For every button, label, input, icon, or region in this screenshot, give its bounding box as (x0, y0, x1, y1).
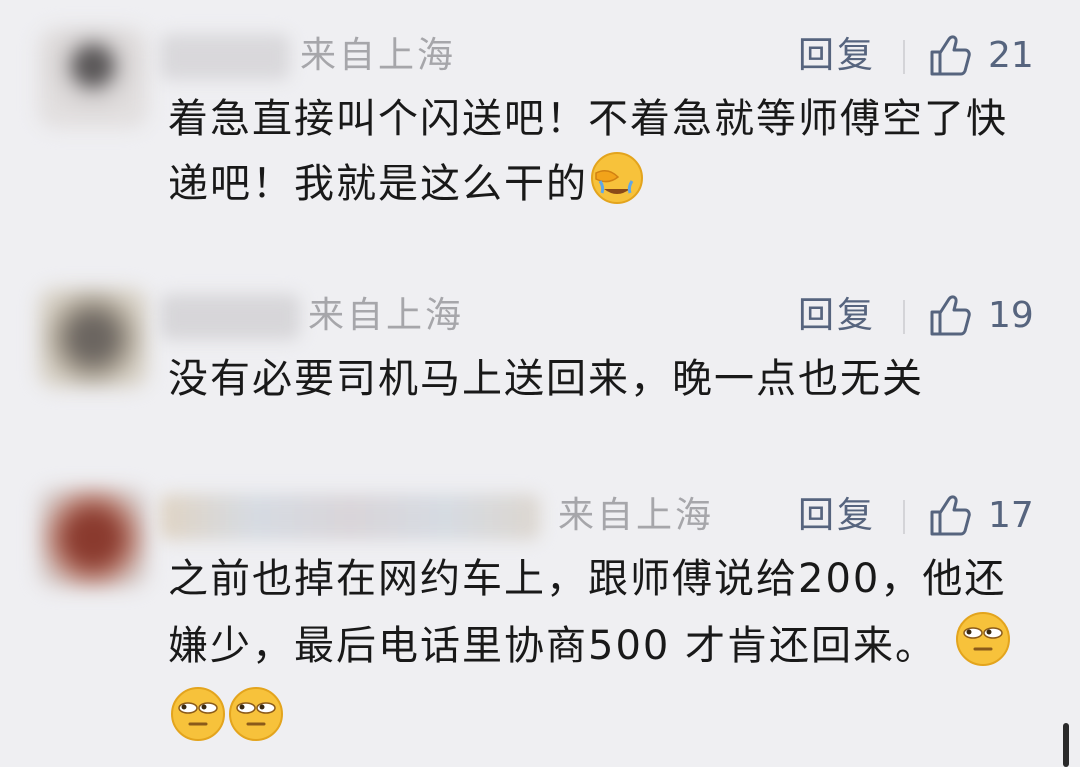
like-button[interactable]: 19 (928, 294, 1034, 338)
username-blurred[interactable] (160, 294, 300, 340)
facepalm-emoji-icon (590, 151, 644, 224)
like-count: 17 (988, 495, 1034, 536)
username-blurred[interactable] (160, 34, 290, 80)
divider (903, 500, 905, 534)
eye-roll-emoji-icon (955, 611, 1011, 686)
like-button[interactable]: 21 (928, 34, 1034, 78)
thumbs-up-icon (928, 294, 972, 338)
comment-item: 来自上海 回复 17 之前也掉在网约车上，跟师傅说给200，他还嫌少，最后电话里… (0, 460, 1080, 760)
location-label: 来自上海 (300, 35, 457, 76)
avatar[interactable] (38, 28, 148, 128)
thumbs-up-icon (928, 34, 972, 78)
location-label: 来自上海 (308, 295, 465, 336)
comment-text: 着急直接叫个闪送吧！不着急就等师傅空了快递吧！我就是这么干的 (168, 88, 1048, 224)
like-count: 19 (988, 295, 1034, 336)
scrollbar[interactable] (1063, 723, 1069, 767)
comment-body: 之前也掉在网约车上，跟师傅说给200，他还嫌少，最后电话里协商500 才肯还回来… (168, 556, 1007, 669)
comment-body: 没有必要司机马上送回来，晚一点也无关 (168, 356, 924, 402)
comment-list: 来自上海 回复 21 着急直接叫个闪送吧！不着急就等师傅空了快递吧！我就是这么干… (0, 0, 1080, 767)
reply-button[interactable]: 回复 (798, 496, 876, 536)
comment-text: 之前也掉在网约车上，跟师傅说给200，他还嫌少，最后电话里协商500 才肯还回来… (168, 548, 1028, 761)
location-label: 来自上海 (558, 495, 715, 536)
eye-roll-emoji-icon (170, 686, 226, 761)
eye-roll-emoji-icon (228, 686, 284, 761)
comment-text: 没有必要司机马上送回来，晚一点也无关 (168, 348, 1048, 411)
like-count: 21 (988, 35, 1034, 76)
divider (903, 300, 905, 334)
thumbs-up-icon (928, 494, 972, 538)
like-button[interactable]: 17 (928, 494, 1034, 538)
comment-item: 来自上海 回复 19 没有必要司机马上送回来，晚一点也无关 (0, 250, 1080, 460)
comment-body: 着急直接叫个闪送吧！不着急就等师傅空了快递吧！我就是这么干的 (168, 96, 1008, 207)
reply-button[interactable]: 回复 (798, 296, 876, 336)
avatar[interactable] (38, 288, 148, 388)
reply-button[interactable]: 回复 (798, 36, 876, 76)
avatar[interactable] (38, 488, 148, 588)
username-blurred[interactable] (160, 494, 540, 540)
divider (903, 40, 905, 74)
comment-item: 来自上海 回复 21 着急直接叫个闪送吧！不着急就等师傅空了快递吧！我就是这么干… (0, 0, 1080, 250)
